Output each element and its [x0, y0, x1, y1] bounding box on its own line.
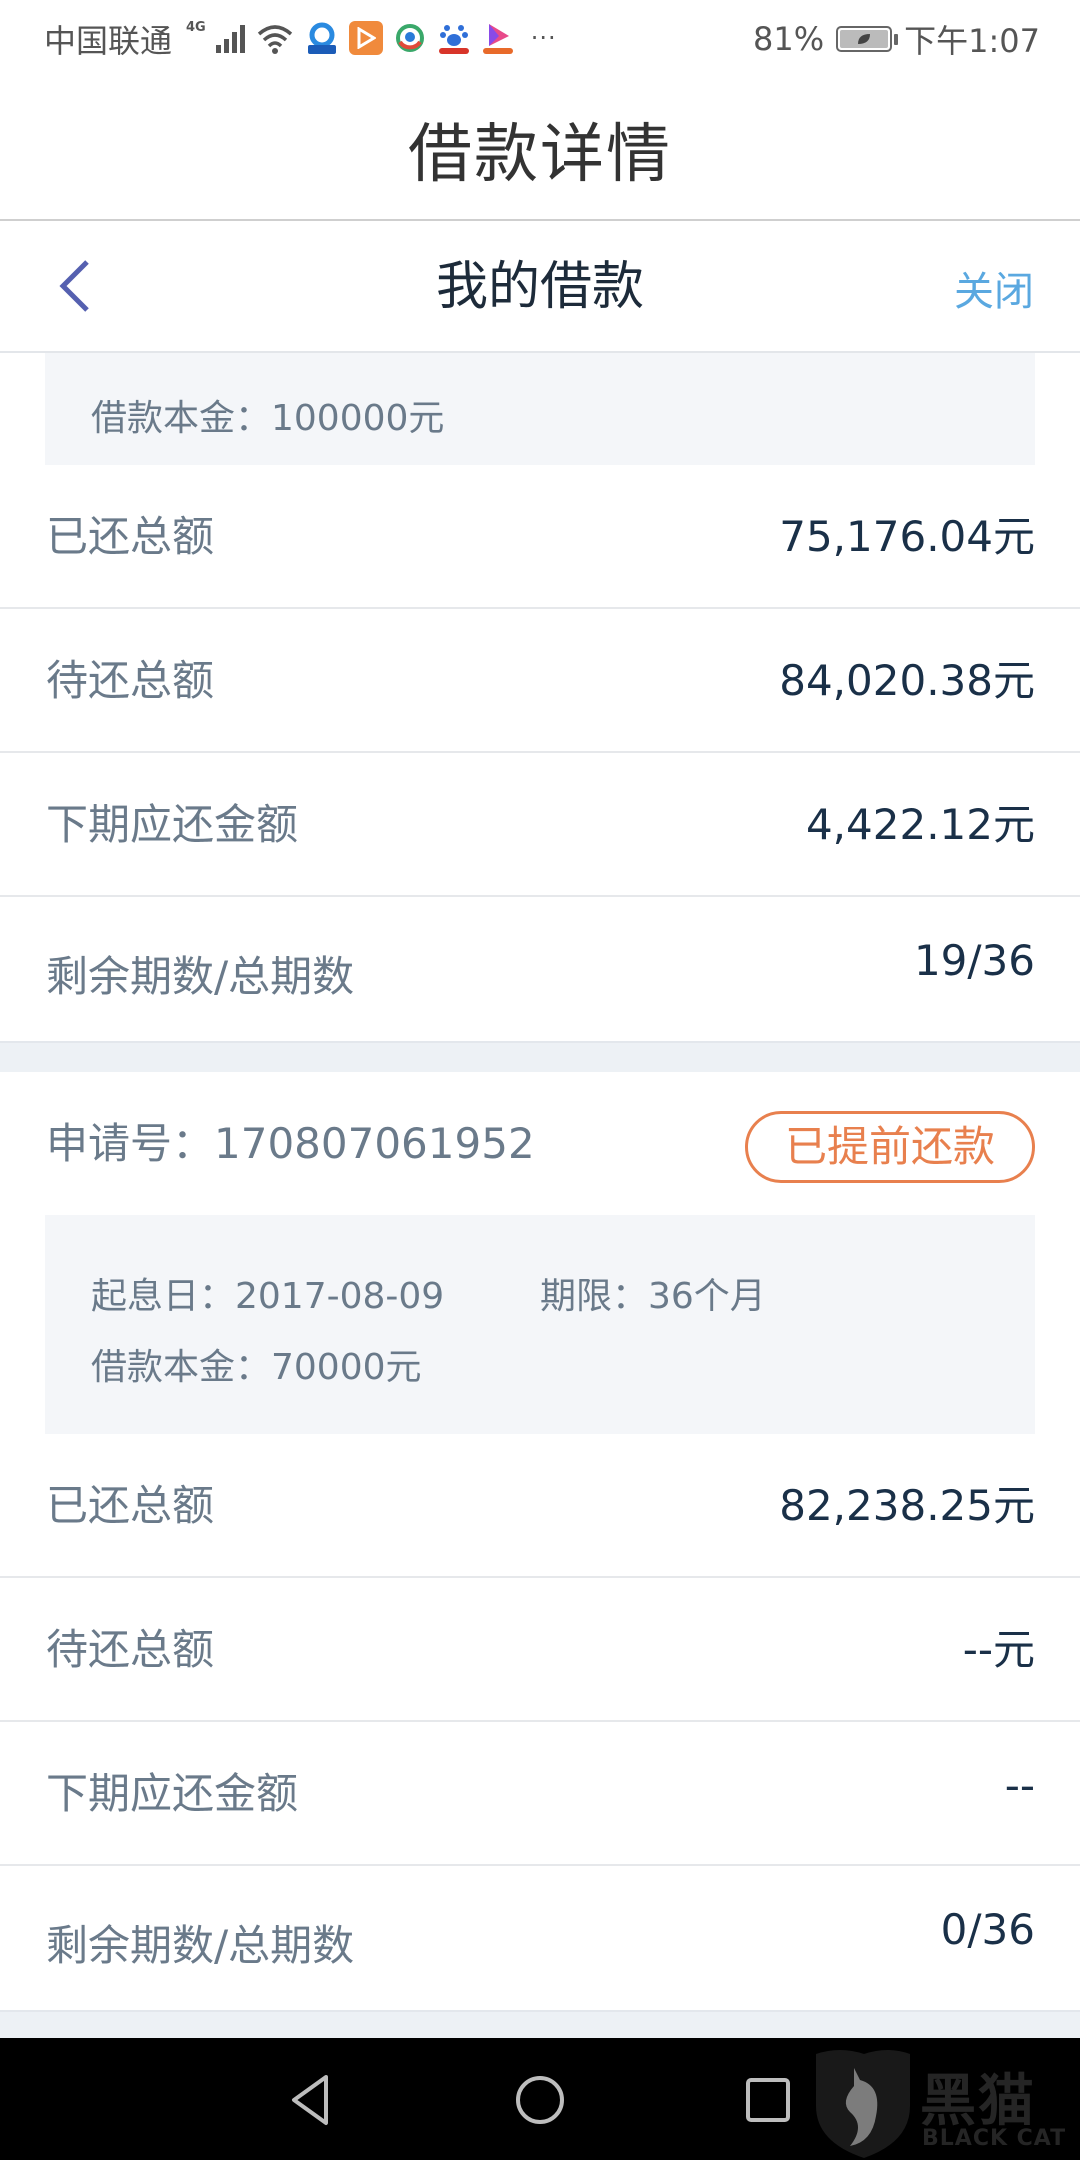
more-notifications-icon: ···	[530, 24, 557, 52]
system-back-button[interactable]	[278, 2068, 342, 2132]
row-value: 75,176.04元	[779, 512, 1035, 561]
row-label: 下期应还金额	[46, 800, 299, 849]
app-notification-icon	[304, 21, 339, 55]
system-home-button[interactable]	[508, 2068, 572, 2132]
watermark-text: 黑猫	[920, 2069, 1036, 2134]
loan-info-box: 借款本金：100000元	[45, 353, 1035, 465]
network-type: 4G	[186, 20, 206, 35]
row-value: 0/36	[940, 1905, 1035, 1954]
row-label: 剩余期数/总期数	[46, 952, 355, 1001]
row-value: --元	[962, 1625, 1035, 1674]
system-recents-button[interactable]	[736, 2068, 800, 2132]
square-recents-icon	[746, 2078, 790, 2122]
battery-saver-leaf-icon	[840, 30, 889, 48]
term-text: 期限：36个月	[540, 1276, 766, 1317]
carrier-name: 中国联通	[44, 22, 173, 60]
status-bar: 中国联通 4G ··· 81% 下午1:07	[0, 0, 1080, 78]
row-value: 82,238.25元	[779, 1481, 1035, 1530]
loan-card: 借款本金：100000元 已还总额 75,176.04元 待还总额 84,020…	[0, 353, 1080, 1041]
wifi-icon	[255, 22, 295, 54]
watermark-subtext: BLACK CAT	[922, 2126, 1067, 2151]
signal-icon	[215, 23, 245, 53]
status-icons: 4G ···	[186, 18, 557, 58]
start-date-text: 起息日：2017-08-09	[91, 1276, 445, 1317]
black-cat-logo-icon	[816, 2050, 910, 2158]
back-button[interactable]	[40, 251, 110, 321]
table-row: 待还总额 --元	[0, 1578, 1080, 1722]
loan-card: 申请号：170807061952 已提前还款 起息日：2017-08-09 期限…	[0, 1072, 1080, 2010]
principal-text: 借款本金：70000元	[91, 1347, 422, 1388]
nav-title: 我的借款	[435, 257, 644, 317]
clock: 下午1:07	[904, 22, 1040, 60]
principal-text: 借款本金：100000元	[91, 398, 445, 439]
table-row: 已还总额 75,176.04元	[0, 465, 1080, 609]
row-value: --	[1004, 1761, 1035, 1810]
status-badge: 已提前还款	[745, 1111, 1035, 1183]
row-label: 下期应还金额	[46, 1769, 299, 1818]
row-label: 剩余期数/总期数	[46, 1921, 355, 1970]
row-value: 19/36	[913, 936, 1035, 985]
video-app-icon	[348, 21, 383, 55]
application-number: 申请号：170807061952	[46, 1119, 535, 1168]
chevron-left-icon	[59, 260, 89, 312]
table-row: 剩余期数/总期数 19/36	[0, 897, 1080, 1041]
row-label: 已还总额	[46, 1481, 215, 1530]
triangle-back-icon	[292, 2075, 328, 2125]
battery-icon	[836, 26, 899, 52]
table-row: 待还总额 84,020.38元	[0, 609, 1080, 753]
page-title: 借款详情	[408, 117, 672, 192]
baidu-app-icon	[436, 21, 471, 55]
loan-card-header: 申请号：170807061952 已提前还款	[0, 1072, 1080, 1215]
loan-info-box: 起息日：2017-08-09 期限：36个月 借款本金：70000元	[45, 1215, 1035, 1434]
system-nav-bar: 黑猫 BLACK CAT	[0, 2038, 1080, 2160]
row-value: 84,020.38元	[779, 656, 1035, 705]
table-row: 剩余期数/总期数 0/36	[0, 1866, 1080, 2010]
video-player-app-icon	[480, 21, 515, 55]
title-bar: 借款详情	[0, 78, 1080, 221]
row-label: 待还总额	[46, 1625, 215, 1674]
table-row: 下期应还金额 --	[0, 1722, 1080, 1866]
nav-bar: 我的借款 关闭	[0, 221, 1080, 353]
battery-percent: 81%	[753, 20, 825, 58]
status-right: 81% 下午1:07	[753, 16, 1040, 62]
watermark: 黑猫 BLACK CAT	[810, 2046, 1080, 2160]
row-value: 4,422.12元	[805, 800, 1035, 849]
table-row: 下期应还金额 4,422.12元	[0, 753, 1080, 897]
circle-home-icon	[516, 2076, 564, 2124]
loan-list[interactable]: 借款本金：100000元 已还总额 75,176.04元 待还总额 84,020…	[0, 353, 1080, 2038]
news-app-icon	[392, 21, 427, 55]
table-row: 已还总额 82,238.25元	[0, 1434, 1080, 1578]
close-button[interactable]: 关闭	[954, 259, 1034, 317]
row-label: 待还总额	[46, 656, 215, 705]
row-label: 已还总额	[46, 512, 215, 561]
